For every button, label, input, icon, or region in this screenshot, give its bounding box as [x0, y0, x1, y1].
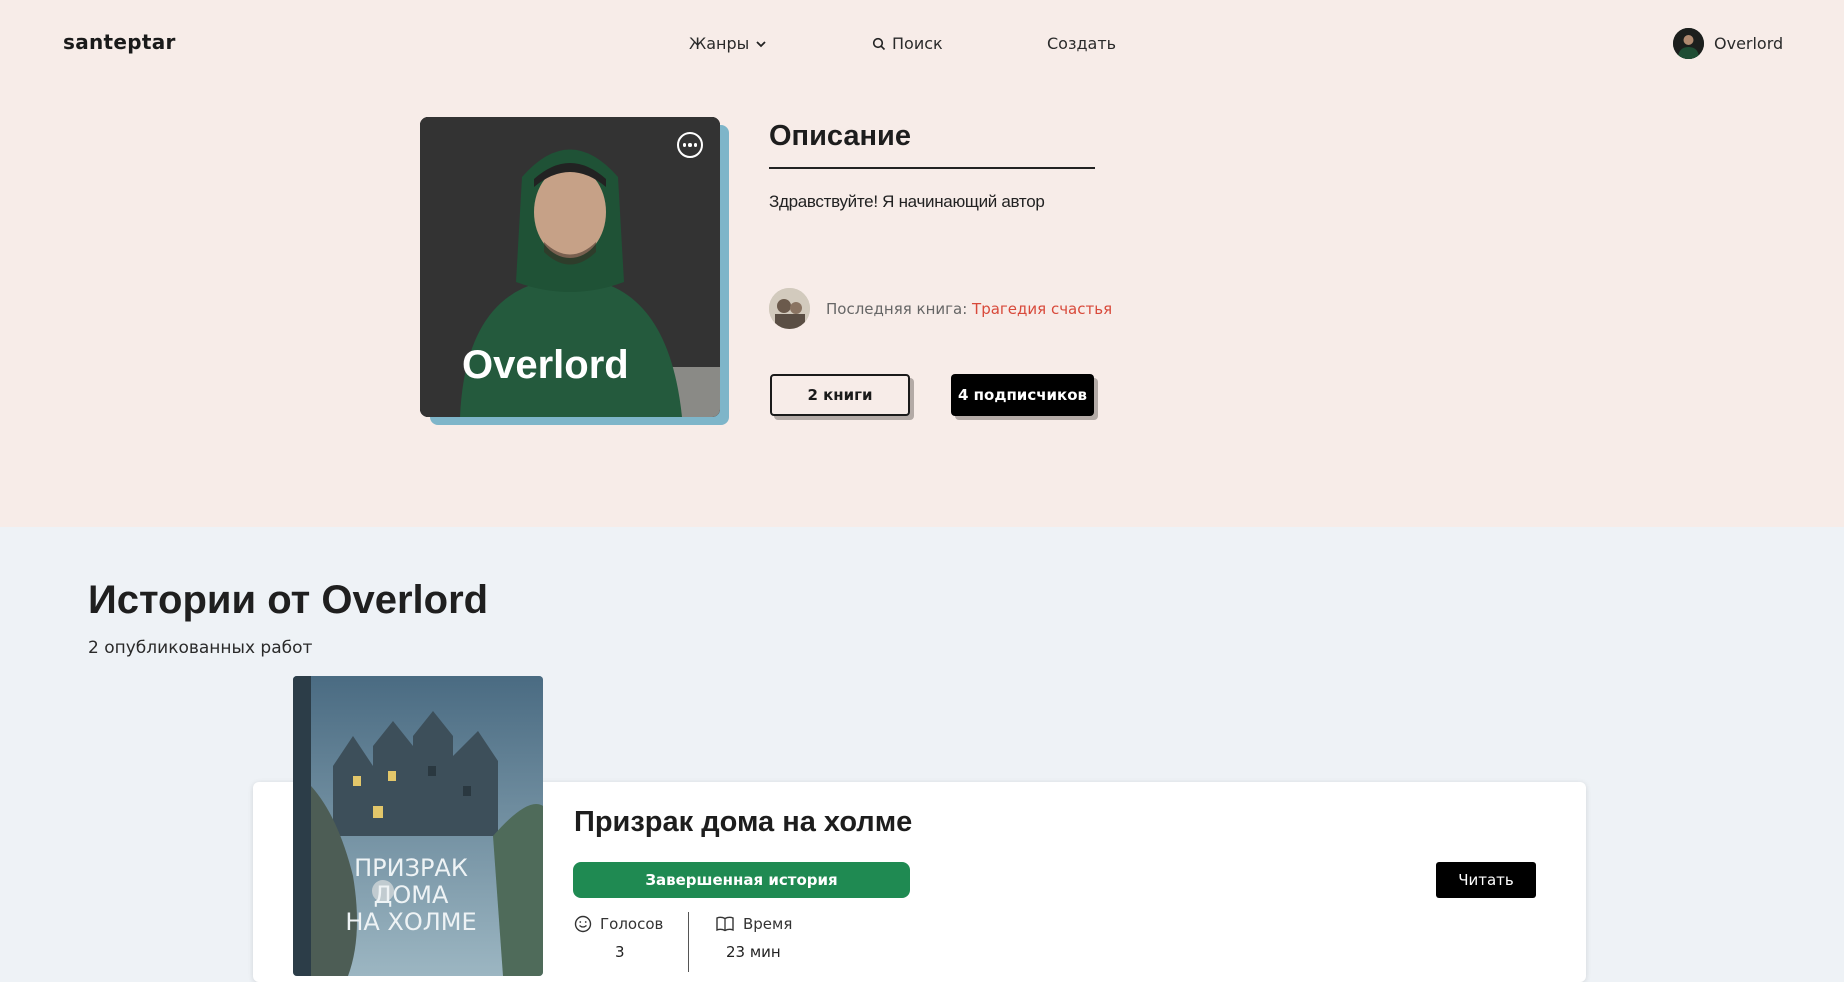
profile-name: Overlord [462, 343, 629, 387]
nav-genres[interactable]: Жанры [689, 34, 767, 53]
time-label: Время [743, 915, 793, 933]
profile-section [0, 0, 1844, 527]
stories-count: 2 опубликованных работ [88, 638, 313, 658]
votes-value: 3 [615, 943, 625, 961]
divider [769, 167, 1095, 169]
status-badge: Завершенная история [573, 862, 910, 898]
last-book-label: Последняя книга: [826, 299, 968, 318]
time-stat: Время [715, 915, 792, 933]
description-text: Здравствуйте! Я начинающий автор [769, 192, 1045, 211]
description-title: Описание [769, 120, 911, 152]
site-logo[interactable]: santeptar [63, 30, 176, 54]
book-icon [716, 916, 734, 932]
nav-search-label: Поиск [892, 34, 943, 53]
nav-search[interactable]: Поиск [872, 34, 943, 53]
votes-stat: Голосов [574, 915, 663, 933]
votes-label: Голосов [600, 915, 664, 933]
nav-genres-label: Жанры [689, 34, 750, 53]
last-book-link[interactable]: Трагедия счастья [972, 300, 1112, 318]
stories-title: Истории от Overlord [88, 578, 489, 622]
last-book-cover [769, 288, 810, 329]
cover-title-line-2: ДОМА [374, 881, 449, 909]
chevron-down-icon [756, 40, 766, 47]
cover-title-line-1: ПРИЗРАК [354, 854, 468, 882]
story-cover-image: ПРИЗРАК ДОМА НА ХОЛМЕ [293, 676, 543, 976]
last-book: Последняя книга: Трагедия счастья [769, 288, 1112, 329]
story-cover[interactable]: ПРИЗРАК ДОМА НА ХОЛМЕ [293, 676, 543, 976]
nav-create-label: Создать [1047, 34, 1117, 53]
user-name: Overlord [1714, 34, 1784, 53]
cover-title-line-3: НА ХОЛМЕ [345, 908, 476, 936]
profile-card: Overlord [420, 117, 720, 417]
read-button[interactable]: Читать [1436, 862, 1536, 898]
smile-icon [574, 915, 592, 933]
avatar [1673, 28, 1704, 59]
story-title[interactable]: Призрак дома на холме [574, 806, 912, 839]
stat-divider [688, 912, 689, 972]
nav-create[interactable]: Создать [1047, 34, 1116, 53]
user-menu[interactable]: Overlord [1673, 28, 1783, 59]
subscribers-button[interactable]: 4 подписчиков [951, 374, 1094, 416]
more-options-button[interactable] [677, 132, 703, 158]
time-value: 23 мин [726, 943, 781, 961]
search-icon [872, 37, 886, 50]
books-button[interactable]: 2 книги [770, 374, 910, 416]
